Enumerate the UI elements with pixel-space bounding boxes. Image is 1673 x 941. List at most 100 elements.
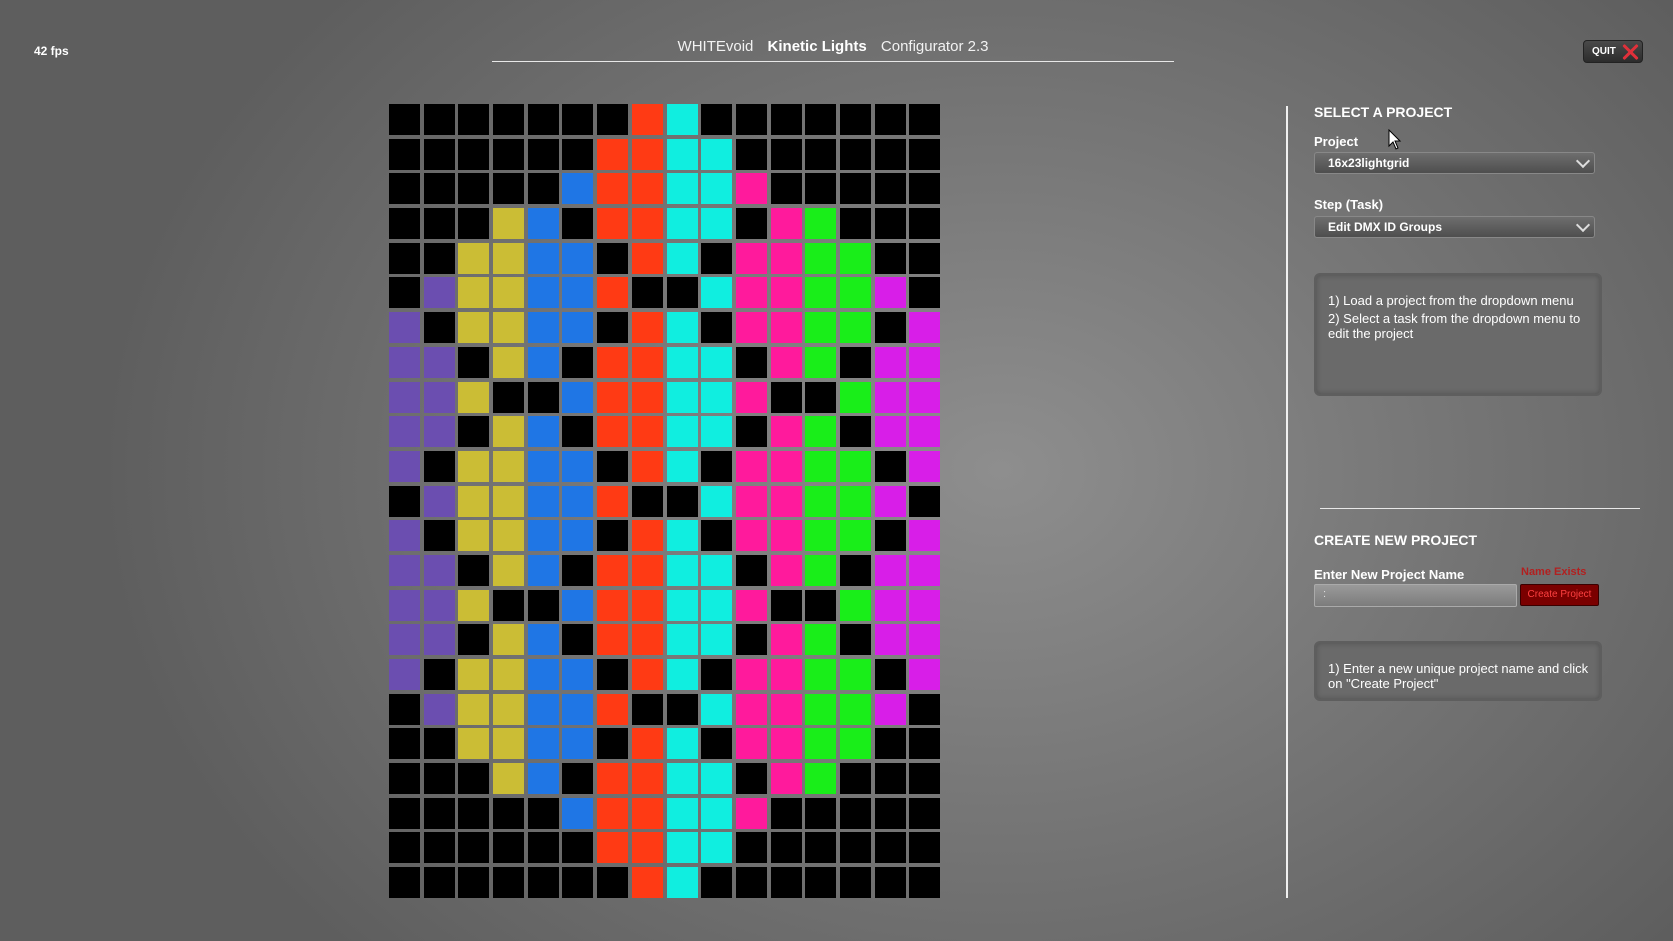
light-cell[interactable] (701, 346, 733, 378)
light-cell[interactable] (770, 728, 802, 760)
light-cell[interactable] (631, 763, 663, 795)
light-cell[interactable] (458, 659, 490, 690)
light-cell[interactable] (839, 554, 871, 586)
light-cell[interactable] (631, 554, 663, 586)
light-cell[interactable] (527, 277, 559, 309)
light-cell[interactable] (666, 659, 698, 690)
light-cell[interactable] (423, 346, 455, 378)
light-cell[interactable] (735, 763, 767, 795)
light-cell[interactable] (666, 693, 698, 725)
light-cell[interactable] (735, 832, 767, 864)
light-cell[interactable] (770, 381, 802, 413)
light-cell[interactable] (735, 450, 767, 482)
light-cell[interactable] (735, 346, 767, 378)
light-cell[interactable] (458, 728, 490, 760)
light-cell[interactable] (839, 346, 871, 378)
light-cell[interactable] (423, 797, 455, 829)
light-cell[interactable] (597, 138, 629, 170)
light-cell[interactable] (423, 485, 455, 517)
light-cell[interactable] (631, 346, 663, 378)
light-cell[interactable] (701, 381, 733, 413)
light-cell[interactable] (527, 763, 559, 795)
light-cell[interactable] (597, 450, 629, 482)
light-cell[interactable] (701, 450, 733, 482)
light-cell[interactable] (666, 242, 698, 274)
light-cell[interactable] (493, 208, 525, 240)
light-cell[interactable] (527, 138, 559, 170)
light-cell[interactable] (909, 520, 941, 552)
light-cell[interactable] (805, 554, 837, 586)
light-cell[interactable] (770, 277, 802, 309)
light-cell[interactable] (735, 520, 767, 552)
light-cell[interactable] (458, 346, 490, 378)
light-cell[interactable] (735, 104, 767, 135)
light-cell[interactable] (423, 277, 455, 309)
light-cell[interactable] (493, 659, 525, 690)
light-cell[interactable] (458, 832, 490, 864)
light-cell[interactable] (631, 416, 663, 448)
light-cell[interactable] (527, 728, 559, 760)
light-cell[interactable] (389, 797, 420, 829)
light-cell[interactable] (805, 728, 837, 760)
light-cell[interactable] (701, 242, 733, 274)
light-cell[interactable] (874, 797, 906, 829)
light-cell[interactable] (493, 728, 525, 760)
light-cell[interactable] (493, 242, 525, 274)
light-cell[interactable] (701, 832, 733, 864)
light-cell[interactable] (527, 346, 559, 378)
light-cell[interactable] (597, 832, 629, 864)
light-cell[interactable] (735, 312, 767, 344)
light-cell[interactable] (839, 693, 871, 725)
light-cell[interactable] (493, 554, 525, 586)
light-cell[interactable] (562, 485, 594, 517)
light-cell[interactable] (527, 797, 559, 829)
light-cell[interactable] (770, 763, 802, 795)
light-cell[interactable] (597, 624, 629, 656)
light-cell[interactable] (562, 797, 594, 829)
light-cell[interactable] (389, 312, 420, 344)
light-cell[interactable] (562, 208, 594, 240)
light-cell[interactable] (666, 624, 698, 656)
light-cell[interactable] (909, 104, 941, 135)
light-cell[interactable] (666, 312, 698, 344)
light-cell[interactable] (909, 763, 941, 795)
light-cell[interactable] (839, 173, 871, 205)
light-cell[interactable] (423, 242, 455, 274)
light-cell[interactable] (770, 589, 802, 621)
light-cell[interactable] (666, 104, 698, 135)
light-cell[interactable] (839, 312, 871, 344)
light-cell[interactable] (874, 624, 906, 656)
light-cell[interactable] (493, 693, 525, 725)
light-cell[interactable] (423, 867, 455, 899)
light-cell[interactable] (770, 624, 802, 656)
light-cell[interactable] (701, 763, 733, 795)
light-cell[interactable] (701, 312, 733, 344)
light-cell[interactable] (631, 797, 663, 829)
light-cell[interactable] (839, 659, 871, 690)
light-cell[interactable] (527, 832, 559, 864)
light-cell[interactable] (389, 138, 420, 170)
light-cell[interactable] (562, 381, 594, 413)
light-cell[interactable] (839, 138, 871, 170)
light-cell[interactable] (666, 867, 698, 899)
light-cell[interactable] (909, 173, 941, 205)
light-cell[interactable] (666, 450, 698, 482)
light-cell[interactable] (493, 450, 525, 482)
light-cell[interactable] (458, 104, 490, 135)
light-cell[interactable] (909, 485, 941, 517)
light-cell[interactable] (666, 797, 698, 829)
light-cell[interactable] (666, 208, 698, 240)
light-cell[interactable] (458, 277, 490, 309)
light-cell[interactable] (909, 416, 941, 448)
light-cell[interactable] (874, 381, 906, 413)
light-cell[interactable] (805, 797, 837, 829)
light-cell[interactable] (805, 416, 837, 448)
light-cell[interactable] (389, 450, 420, 482)
light-cell[interactable] (389, 624, 420, 656)
light-cell[interactable] (666, 554, 698, 586)
light-cell[interactable] (735, 693, 767, 725)
light-cell[interactable] (562, 693, 594, 725)
light-cell[interactable] (423, 312, 455, 344)
light-cell[interactable] (458, 138, 490, 170)
light-cell[interactable] (597, 381, 629, 413)
